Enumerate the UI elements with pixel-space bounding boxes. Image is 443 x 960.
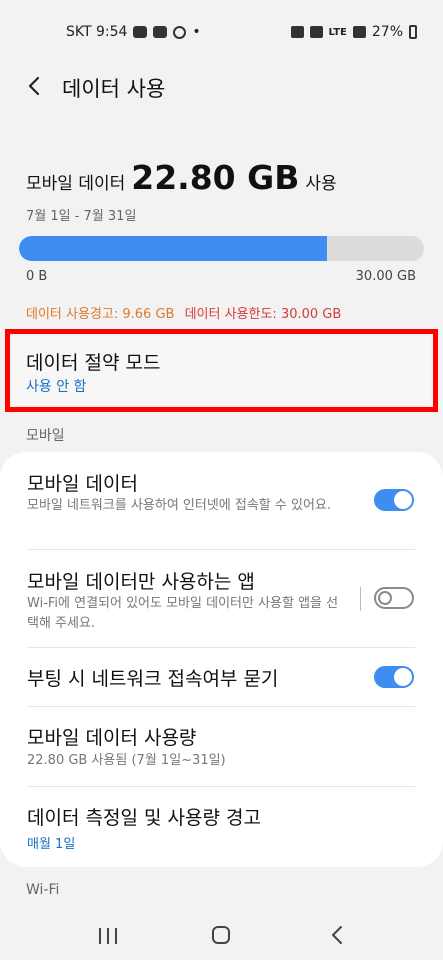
usage-amount: 22.80 GB xyxy=(131,158,300,197)
mobile-data-usage-title: 모바일 데이터 사용량 xyxy=(27,727,197,749)
status-right: LTE 27% xyxy=(290,24,417,40)
navigation-bar xyxy=(0,906,443,960)
section-header-wifi: Wi-Fi xyxy=(26,882,60,898)
mobile-only-apps-toggle[interactable] xyxy=(374,587,414,609)
highlight-box xyxy=(5,329,438,412)
usage-limit: 데이터 사용한도: 30.00 GB xyxy=(184,307,342,322)
usage-prefix: 모바일 데이터 xyxy=(26,174,126,194)
gallery-icon xyxy=(153,26,168,38)
recent-apps-icon[interactable] xyxy=(99,928,117,944)
section-header-mobile: 모바일 xyxy=(26,428,65,444)
chevron-left-icon[interactable] xyxy=(24,72,46,100)
progress-min-label: 0 B xyxy=(26,269,48,284)
usage-progress-fill xyxy=(19,236,327,261)
billing-cycle-row[interactable]: 데이터 측정일 및 사용량 경고 매월 1일 xyxy=(0,787,443,867)
usage-warning: 데이터 사용경고: 9.66 GB xyxy=(26,307,175,322)
status-bar: SKT 9:54 • LTE 27% xyxy=(0,0,443,66)
boot-network-prompt-row[interactable]: 부팅 시 네트워크 접속여부 묻기 xyxy=(0,648,443,706)
mobile-only-apps-title: 모바일 데이터만 사용하는 앱 xyxy=(27,571,255,593)
page-title: 데이터 사용 xyxy=(62,77,166,101)
home-icon[interactable] xyxy=(212,926,230,944)
progress-max-label: 30.00 GB xyxy=(355,269,416,284)
billing-cycle-sub: 매월 1일 xyxy=(27,837,76,852)
notification-icon xyxy=(173,25,187,39)
more-notifications-icon: • xyxy=(192,24,201,40)
status-left: SKT 9:54 • xyxy=(66,24,201,40)
boot-network-prompt-toggle[interactable] xyxy=(374,666,414,688)
app-header: 데이터 사용 xyxy=(0,60,443,116)
battery-icon xyxy=(409,25,417,39)
mobile-data-desc: 모바일 네트워크를 사용하여 인터넷에 접속할 수 있어요. xyxy=(27,498,332,513)
usage-limits: 데이터 사용경고: 9.66 GB 데이터 사용한도: 30.00 GB xyxy=(26,303,341,322)
usage-progress-bar xyxy=(19,236,424,261)
mobile-data-usage-row[interactable]: 모바일 데이터 사용량 22.80 GB 사용됨 (7월 1일~31일) xyxy=(0,707,443,786)
usage-suffix: 사용 xyxy=(305,174,337,194)
usage-summary: 모바일 데이터 22.80 GB 사용 xyxy=(26,158,337,197)
mute-icon xyxy=(309,26,323,38)
mobile-data-row[interactable]: 모바일 데이터 모바일 네트워크를 사용하여 인터넷에 접속할 수 있어요. xyxy=(0,452,443,549)
nav-back-icon[interactable] xyxy=(330,924,344,946)
boot-network-prompt-title: 부팅 시 네트워크 접속여부 묻기 xyxy=(27,668,279,690)
battery-level: 27% xyxy=(371,24,403,40)
mobile-settings-card: 모바일 데이터 모바일 네트워크를 사용하여 인터넷에 접속할 수 있어요. 모… xyxy=(0,452,443,867)
mobile-data-toggle[interactable] xyxy=(374,489,414,511)
usage-period: 7월 1일 - 7월 31일 xyxy=(26,209,137,224)
mobile-data-title: 모바일 데이터 xyxy=(27,473,138,495)
alarm-icon xyxy=(290,26,304,38)
network-type: LTE xyxy=(328,26,347,38)
vertical-separator xyxy=(360,587,361,611)
mobile-only-apps-desc: Wi-Fi에 연결되어 있어도 모바일 데이터만 사용할 앱을 선택해 주세요. xyxy=(27,596,339,631)
message-icon xyxy=(133,26,148,38)
billing-cycle-title: 데이터 측정일 및 사용량 경고 xyxy=(27,807,261,829)
mobile-only-apps-row[interactable]: 모바일 데이터만 사용하는 앱 Wi-Fi에 연결되어 있어도 모바일 데이터만… xyxy=(0,550,443,647)
mobile-data-usage-desc: 22.80 GB 사용됨 (7월 1일~31일) xyxy=(27,753,226,768)
signal-icon xyxy=(352,26,366,38)
carrier-time: SKT 9:54 xyxy=(66,24,128,40)
